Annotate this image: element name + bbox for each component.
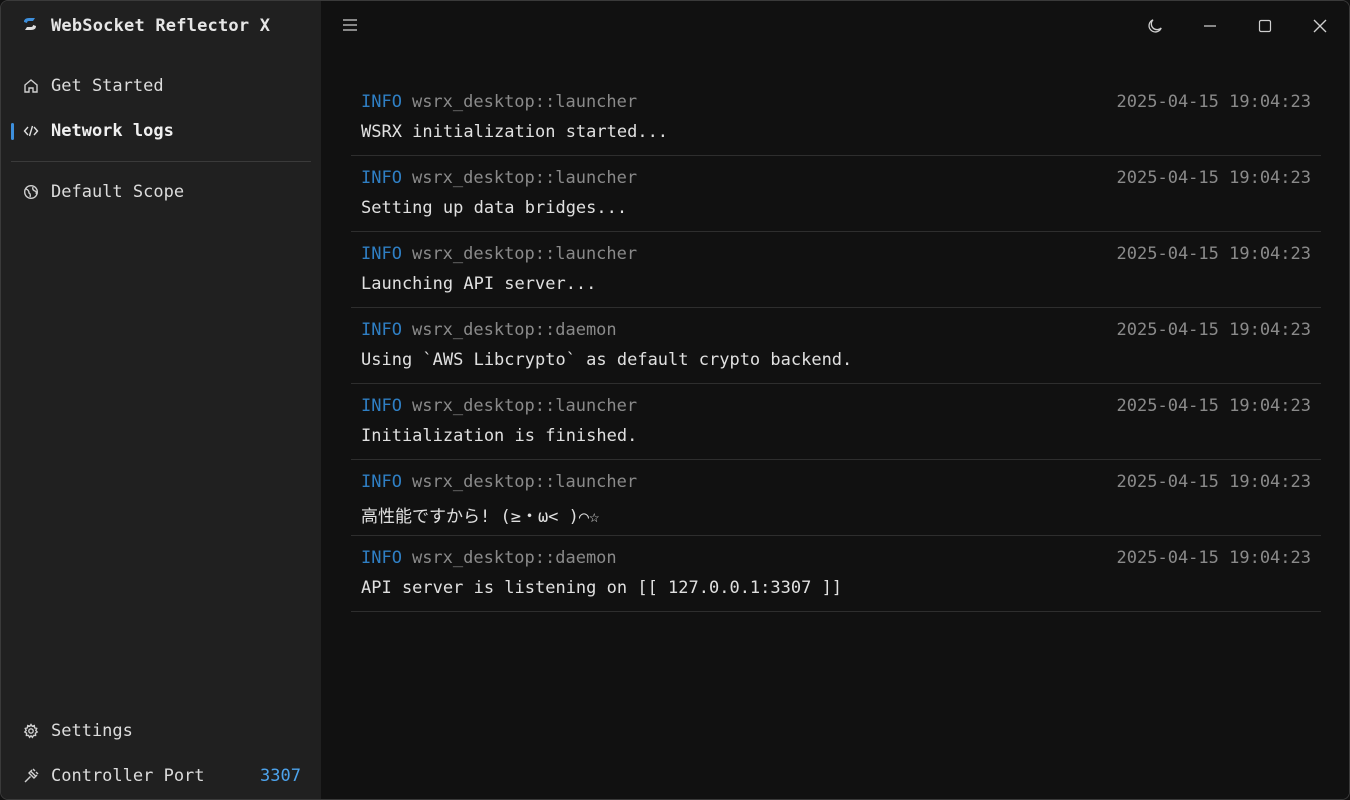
log-level: INFO (361, 472, 402, 492)
sidebar-item-network-logs[interactable]: Network logs (11, 113, 311, 149)
log-entry: INFO wsrx_desktop::launcher 2025-04-15 19… (351, 232, 1321, 308)
log-timestamp: 2025-04-15 19:04:23 (1116, 548, 1311, 568)
log-target: wsrx_desktop::launcher (411, 396, 638, 416)
log-entry: INFO wsrx_desktop::launcher 2025-04-15 19… (351, 156, 1321, 232)
plug-icon (21, 766, 41, 786)
app-header: WebSocket Reflector X (21, 14, 270, 38)
log-entry: INFO wsrx_desktop::daemon 2025-04-15 19:0… (351, 536, 1321, 612)
sidebar-item-label: Network logs (51, 121, 174, 141)
log-target: wsrx_desktop::launcher (411, 168, 638, 188)
log-message: 高性能ですから! (≥・ω< )⌒☆ (361, 507, 600, 527)
log-list: INFO wsrx_desktop::launcher 2025-04-15 19… (351, 80, 1321, 612)
sidebar-item-label: Settings (51, 721, 133, 741)
log-target: wsrx_desktop::launcher (411, 92, 638, 112)
log-level: INFO (361, 320, 402, 340)
log-level: INFO (361, 396, 402, 416)
theme-toggle-icon[interactable] (1145, 16, 1165, 36)
sidebar-item-settings[interactable]: Settings (11, 713, 311, 749)
log-message: WSRX initialization started... (361, 122, 669, 142)
log-entry: INFO wsrx_desktop::launcher 2025-04-15 19… (351, 80, 1321, 156)
minimize-icon[interactable] (1200, 16, 1220, 36)
app-logo-icon (21, 15, 39, 37)
sidebar: WebSocket Reflector X Get Started Networ… (1, 1, 321, 799)
log-level: INFO (361, 244, 402, 264)
sidebar-item-label: Get Started (51, 76, 164, 96)
log-target: wsrx_desktop::launcher (411, 472, 638, 492)
close-icon[interactable] (1310, 16, 1330, 36)
log-timestamp: 2025-04-15 19:04:23 (1116, 396, 1311, 416)
log-timestamp: 2025-04-15 19:04:23 (1116, 244, 1311, 264)
sidebar-divider (11, 161, 311, 162)
sidebar-item-get-started[interactable]: Get Started (11, 68, 311, 104)
log-entry: INFO wsrx_desktop::launcher 2025-04-15 19… (351, 460, 1321, 536)
log-level: INFO (361, 92, 402, 112)
code-icon (21, 121, 41, 141)
sidebar-item-controller-port[interactable]: Controller Port 3307 (11, 758, 311, 794)
app-title: WebSocket Reflector X (51, 16, 271, 36)
menu-icon[interactable] (341, 16, 359, 34)
log-entry: INFO wsrx_desktop::launcher 2025-04-15 19… (351, 384, 1321, 460)
log-message: API server is listening on [[ 127.0.0.1:… (361, 578, 843, 598)
log-timestamp: 2025-04-15 19:04:23 (1116, 92, 1311, 112)
controller-port-label: Controller Port (51, 766, 205, 786)
app-window: WebSocket Reflector X Get Started Networ… (0, 0, 1350, 800)
home-icon (21, 76, 41, 96)
log-entry: INFO wsrx_desktop::daemon 2025-04-15 19:0… (351, 308, 1321, 384)
log-target: wsrx_desktop::daemon (411, 548, 617, 568)
log-timestamp: 2025-04-15 19:04:23 (1116, 168, 1311, 188)
log-message: Using `AWS Libcrypto` as default crypto … (361, 350, 853, 370)
log-message: Setting up data bridges... (361, 198, 628, 218)
log-message: Initialization is finished. (361, 426, 638, 446)
controller-port-value: 3307 (260, 766, 301, 786)
globe-icon (21, 182, 41, 202)
title-bar (321, 1, 1349, 51)
log-level: INFO (361, 168, 402, 188)
log-message: Launching API server... (361, 274, 597, 294)
log-level: INFO (361, 548, 402, 568)
log-target: wsrx_desktop::launcher (411, 244, 638, 264)
active-indicator (11, 123, 14, 140)
gear-icon (21, 721, 41, 741)
sidebar-item-label: Default Scope (51, 182, 185, 202)
main-content: INFO wsrx_desktop::launcher 2025-04-15 19… (321, 1, 1349, 799)
sidebar-item-default-scope[interactable]: Default Scope (11, 174, 311, 210)
maximize-icon[interactable] (1255, 16, 1275, 36)
log-timestamp: 2025-04-15 19:04:23 (1116, 320, 1311, 340)
log-target: wsrx_desktop::daemon (411, 320, 617, 340)
log-timestamp: 2025-04-15 19:04:23 (1116, 472, 1311, 492)
